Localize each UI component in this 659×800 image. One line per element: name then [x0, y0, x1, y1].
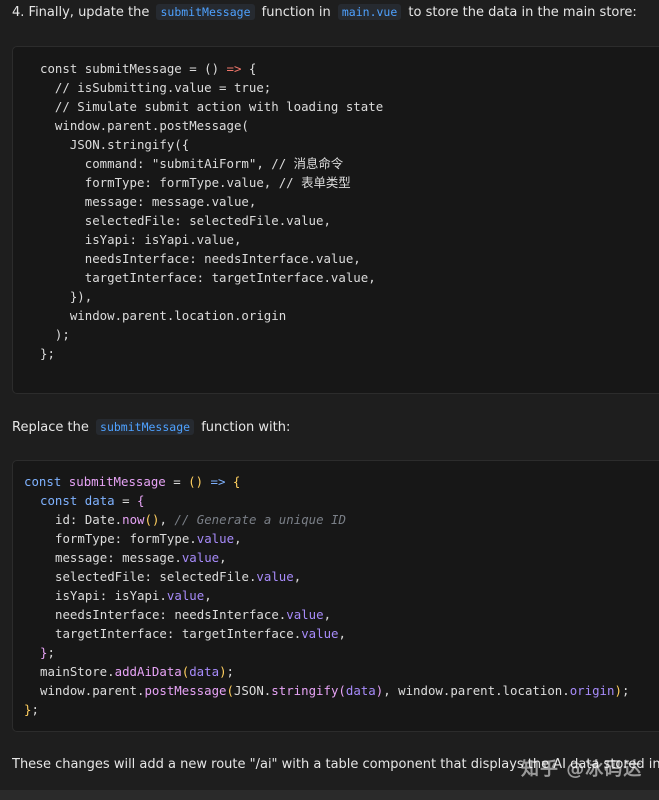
code-line: isYapi: isYapi.value,	[40, 232, 242, 247]
zhihu-watermark: 知乎 @冰码达	[521, 759, 643, 780]
code-line: const data = {	[40, 493, 145, 508]
code-block-replacement[interactable]: const submitMessage = () => { const data…	[12, 460, 659, 732]
code-line: window.parent.postMessage(	[40, 118, 249, 133]
code-line: };	[40, 645, 55, 660]
step-4-suffix: to store the data in the main store:	[408, 5, 637, 20]
inline-code-main-vue: main.vue	[337, 4, 402, 20]
code-line: // isSubmitting.value = true;	[40, 80, 272, 95]
code-block-original[interactable]: const submitMessage = () => { // isSubmi…	[12, 46, 659, 394]
replace-paragraph: Replace the submitMessage function with:	[12, 418, 290, 437]
code-line: isYapi: isYapi.value,	[55, 588, 212, 603]
code-line: command: "submitAiForm", // 消息命令	[40, 156, 344, 171]
code-line: mainStore.addAiData(data);	[40, 664, 234, 679]
code-line: window.parent.postMessage(JSON.stringify…	[40, 683, 630, 698]
code-line: selectedFile: selectedFile.value,	[40, 213, 331, 228]
code-line: needsInterface: needsInterface.value,	[40, 251, 361, 266]
code-line: }),	[40, 289, 93, 304]
code-line: const submitMessage = () => {	[24, 474, 241, 489]
code-line: };	[24, 702, 39, 717]
code-line: const submitMessage = () => {	[40, 61, 257, 76]
replace-prefix: Replace the	[12, 420, 89, 435]
code-line: needsInterface: needsInterface.value,	[55, 607, 332, 622]
bottom-divider	[0, 790, 659, 800]
step-4-prefix: 4. Finally, update the	[12, 5, 150, 20]
code-line: message: message.value,	[55, 550, 227, 565]
code-line: // Simulate submit action with loading s…	[40, 99, 384, 114]
replace-suffix: function with:	[201, 420, 291, 435]
code-line: );	[40, 327, 70, 342]
code-line: id: Date.now(), // Generate a unique ID	[55, 512, 346, 527]
code-line: selectedFile: selectedFile.value,	[55, 569, 302, 584]
inline-code-submitmessage: submitMessage	[96, 419, 195, 435]
step-4-paragraph: 4. Finally, update the submitMessage fun…	[12, 3, 637, 22]
code-line: window.parent.location.origin	[40, 308, 287, 323]
code-line: targetInterface: targetInterface.value,	[55, 626, 346, 641]
code-line: targetInterface: targetInterface.value,	[40, 270, 376, 285]
code-line: };	[40, 346, 55, 361]
step-4-middle: function in	[261, 5, 331, 20]
code-line: formType: formType.value, // 表单类型	[40, 175, 351, 190]
inline-code-submitmessage: submitMessage	[156, 4, 255, 20]
code-line: message: message.value,	[40, 194, 257, 209]
code-line: JSON.stringify({	[40, 137, 190, 152]
code-line: formType: formType.value,	[55, 531, 242, 546]
